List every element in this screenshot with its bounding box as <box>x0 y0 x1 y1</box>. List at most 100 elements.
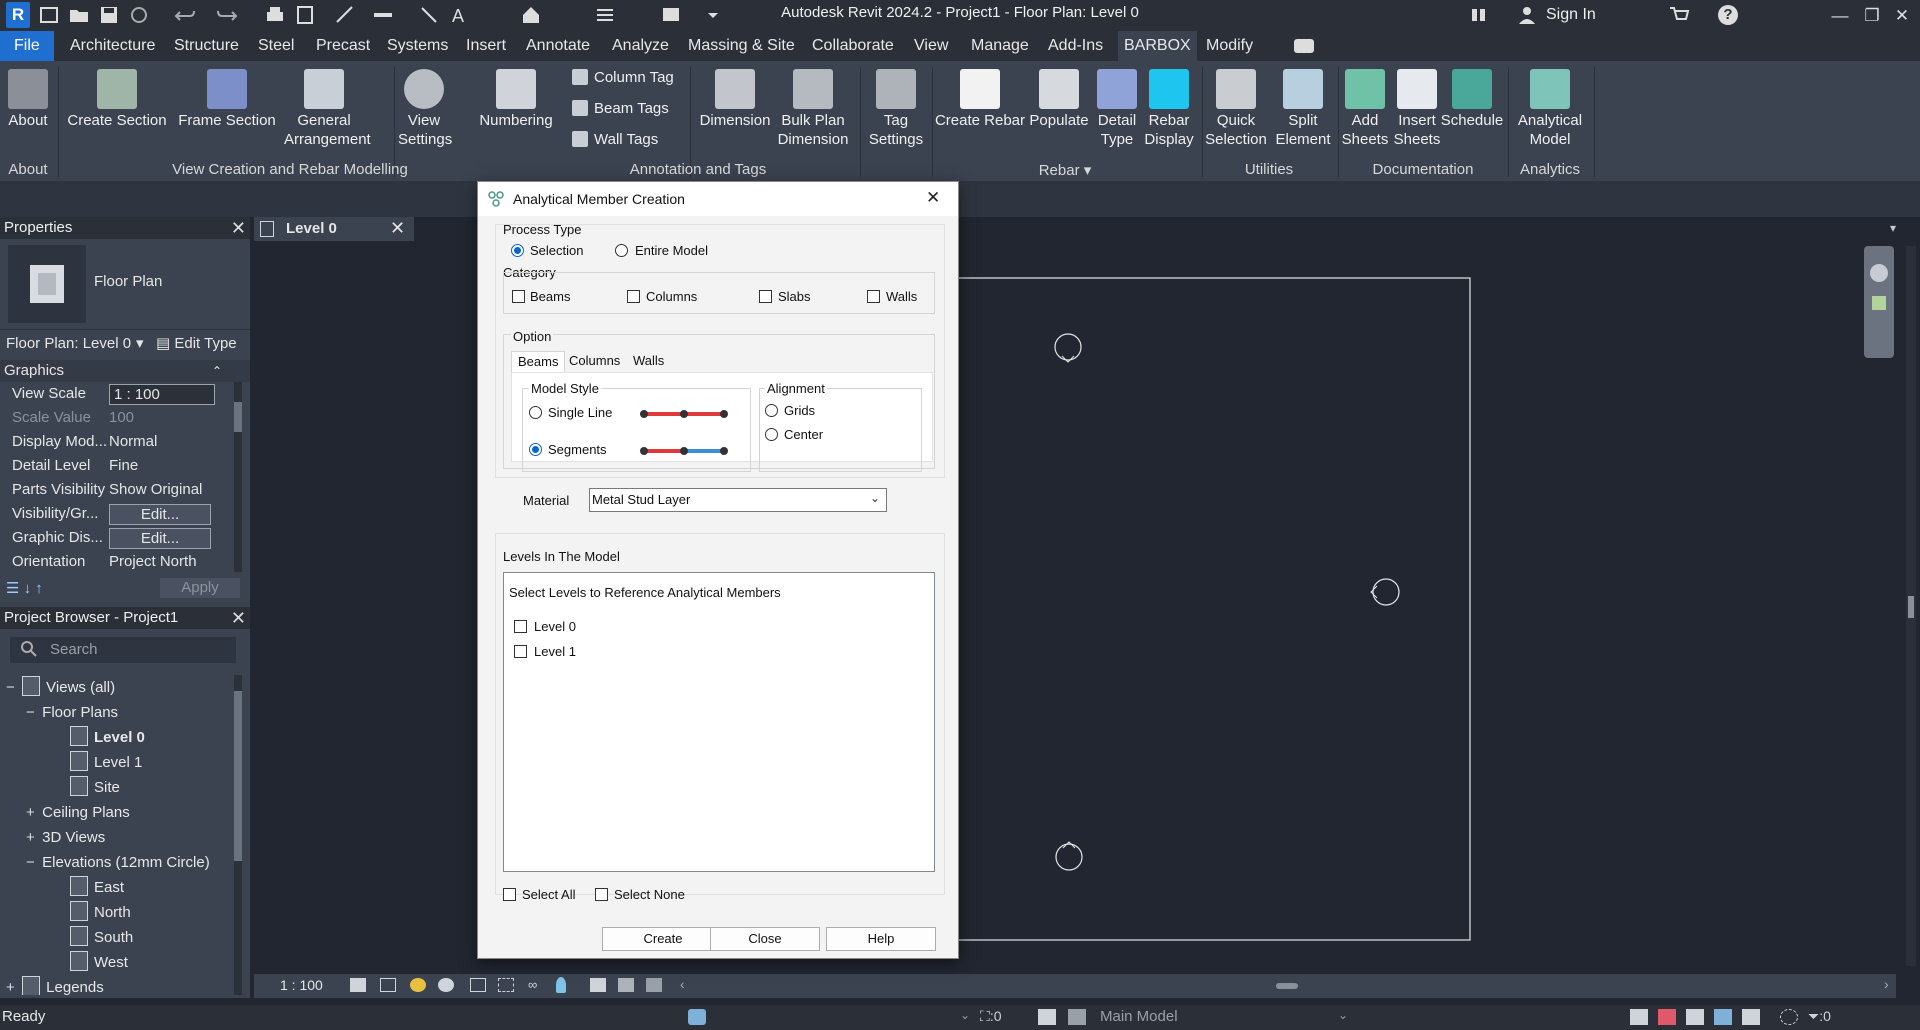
column-tag-button[interactable]: Column Tag <box>572 67 674 89</box>
crop-view-icon[interactable] <box>470 978 486 992</box>
select-none-checkbox[interactable] <box>595 888 608 901</box>
chevron-left-icon[interactable]: ‹ <box>680 976 685 992</box>
tree-item[interactable]: + Ceiling Plans <box>26 800 130 825</box>
close-icon[interactable]: ✕ <box>390 218 405 239</box>
select-links-icon[interactable] <box>1630 1009 1648 1025</box>
active-model-selector[interactable]: Main Model <box>1100 1008 1178 1025</box>
filter-count[interactable]: ⏷:0 <box>1808 1008 1831 1025</box>
columns-checkbox[interactable] <box>627 290 640 303</box>
dialog-close-icon[interactable]: ✕ <box>926 188 940 208</box>
create-rebar-button[interactable]: Create Rebar <box>934 69 1026 130</box>
walls-checkbox[interactable] <box>867 290 880 303</box>
apply-button[interactable]: Apply <box>160 578 240 598</box>
customize-qat-icon[interactable] <box>702 4 724 26</box>
select-by-face-icon[interactable] <box>1714 1009 1732 1025</box>
tab-manage[interactable]: Manage <box>965 31 1035 61</box>
dimension-button[interactable]: Dimension <box>694 69 776 130</box>
cart-icon[interactable] <box>1668 4 1690 26</box>
switch-windows-icon[interactable] <box>660 4 682 26</box>
split-element-button[interactable]: Split Element <box>1270 69 1336 149</box>
browser-scrollbar[interactable] <box>234 675 242 995</box>
zoom-icon[interactable] <box>1872 296 1886 310</box>
wall-tags-button[interactable]: Wall Tags <box>572 129 658 151</box>
temporary-hide-icon[interactable]: ∞ <box>528 977 537 992</box>
scroll-thumb[interactable] <box>234 691 242 861</box>
grids-label[interactable]: Grids <box>784 403 815 418</box>
selection-radio-label[interactable]: Selection <box>530 243 583 258</box>
text-icon[interactable]: A <box>448 4 470 26</box>
tree-item-south[interactable]: South <box>70 925 133 950</box>
close-window-button[interactable]: ✕ <box>1884 2 1920 30</box>
tree-item-site[interactable]: Site <box>70 775 120 800</box>
drag-elements-icon[interactable] <box>1742 1009 1760 1025</box>
user-icon[interactable] <box>1516 4 1538 26</box>
tree-item-east[interactable]: East <box>70 875 124 900</box>
collapse-toggle[interactable]: − <box>6 675 18 700</box>
worksharing-icon[interactable] <box>618 978 634 992</box>
view-tab-level-0[interactable]: Level 0 ✕ <box>254 217 414 241</box>
elevation-marker-east-icon[interactable] <box>1370 578 1400 606</box>
elevation-marker-south-icon[interactable] <box>1055 841 1083 871</box>
entire-model-radio[interactable] <box>615 244 628 257</box>
bulk-plan-dimension-button[interactable]: Bulk Plan Dimension <box>774 69 852 149</box>
slabs-checkbox-label[interactable]: Slabs <box>778 289 811 304</box>
worksets-icon[interactable] <box>688 1009 706 1025</box>
print-icon[interactable] <box>264 4 286 26</box>
single-line-label[interactable]: Single Line <box>548 405 612 420</box>
select-pinned-icon[interactable] <box>1686 1009 1704 1025</box>
about-button[interactable]: About <box>4 69 52 130</box>
dimension-icon[interactable] <box>372 4 394 26</box>
collapse-toggle[interactable]: − <box>26 850 38 875</box>
tab-precast[interactable]: Precast <box>310 31 376 61</box>
tag-settings-button[interactable]: Tag Settings <box>864 69 928 149</box>
tab-annotate[interactable]: Annotate <box>520 31 596 61</box>
tree-item[interactable]: + Legends <box>6 975 104 995</box>
segments-label[interactable]: Segments <box>548 442 607 457</box>
chevron-down-icon[interactable]: ⌄ <box>1338 1008 1348 1022</box>
help-icon[interactable]: ? <box>1718 5 1738 25</box>
slabs-checkbox[interactable] <box>759 290 772 303</box>
properties-scrollbar[interactable] <box>234 382 242 572</box>
view-menu-icon[interactable]: ▾ <box>1890 221 1896 235</box>
measure-icon[interactable] <box>334 4 356 26</box>
visual-style-icon[interactable] <box>380 978 396 992</box>
level-1-label[interactable]: Level 1 <box>534 644 576 659</box>
add-sheets-button[interactable]: Add Sheets <box>1340 69 1390 149</box>
close-button[interactable]: Close <box>710 927 820 951</box>
constraints-icon[interactable] <box>646 978 662 992</box>
tab-analyze[interactable]: Analyze <box>606 31 675 61</box>
level-1-checkbox[interactable] <box>514 645 527 658</box>
tab-walls[interactable]: Walls <box>627 351 670 371</box>
scroll-thumb[interactable] <box>1908 596 1914 618</box>
shadows-icon[interactable] <box>438 978 454 992</box>
close-icon[interactable]: ✕ <box>231 217 246 239</box>
sort-descending-icon[interactable]: ↑ <box>35 580 43 597</box>
model-list-icon[interactable] <box>1038 1009 1056 1025</box>
tab-columns[interactable]: Columns <box>563 351 626 371</box>
reveal-hidden-icon[interactable] <box>556 977 566 993</box>
expand-toggle[interactable]: + <box>6 975 18 995</box>
tab-view[interactable]: View <box>908 31 954 61</box>
edit-type-button[interactable]: ▤ Edit Type <box>156 333 237 355</box>
tree-item[interactable]: − Floor Plans <box>26 700 118 725</box>
chevron-right-icon[interactable]: › <box>1884 976 1889 992</box>
tree-item-west[interactable]: West <box>70 950 128 975</box>
visibility-edit-button[interactable]: Edit... <box>109 504 211 525</box>
collaborate-users-icon[interactable] <box>1468 4 1490 26</box>
tree-item[interactable]: − Elevations (12mm Circle) <box>26 850 210 875</box>
expand-toggle[interactable]: + <box>26 825 38 850</box>
level-0-label[interactable]: Level 0 <box>534 619 576 634</box>
design-options-icon[interactable] <box>1068 1009 1086 1025</box>
ribbon-toggle-icon[interactable] <box>1294 39 1314 53</box>
view-settings-button[interactable]: View Settings <box>398 69 452 149</box>
select-all-checkbox[interactable] <box>503 888 516 901</box>
entire-model-radio-label[interactable]: Entire Model <box>635 243 708 258</box>
create-button[interactable]: Create <box>602 927 724 951</box>
schedule-button[interactable]: Schedule <box>1440 69 1504 130</box>
single-line-radio[interactable] <box>529 406 542 419</box>
redo-icon[interactable] <box>216 4 238 26</box>
tab-file[interactable]: File <box>0 31 54 61</box>
material-dropdown[interactable]: Metal Stud Layer ⌄ <box>589 488 887 512</box>
tab-steel[interactable]: Steel <box>252 31 300 61</box>
quick-selection-button[interactable]: Quick Selection <box>1204 69 1268 149</box>
